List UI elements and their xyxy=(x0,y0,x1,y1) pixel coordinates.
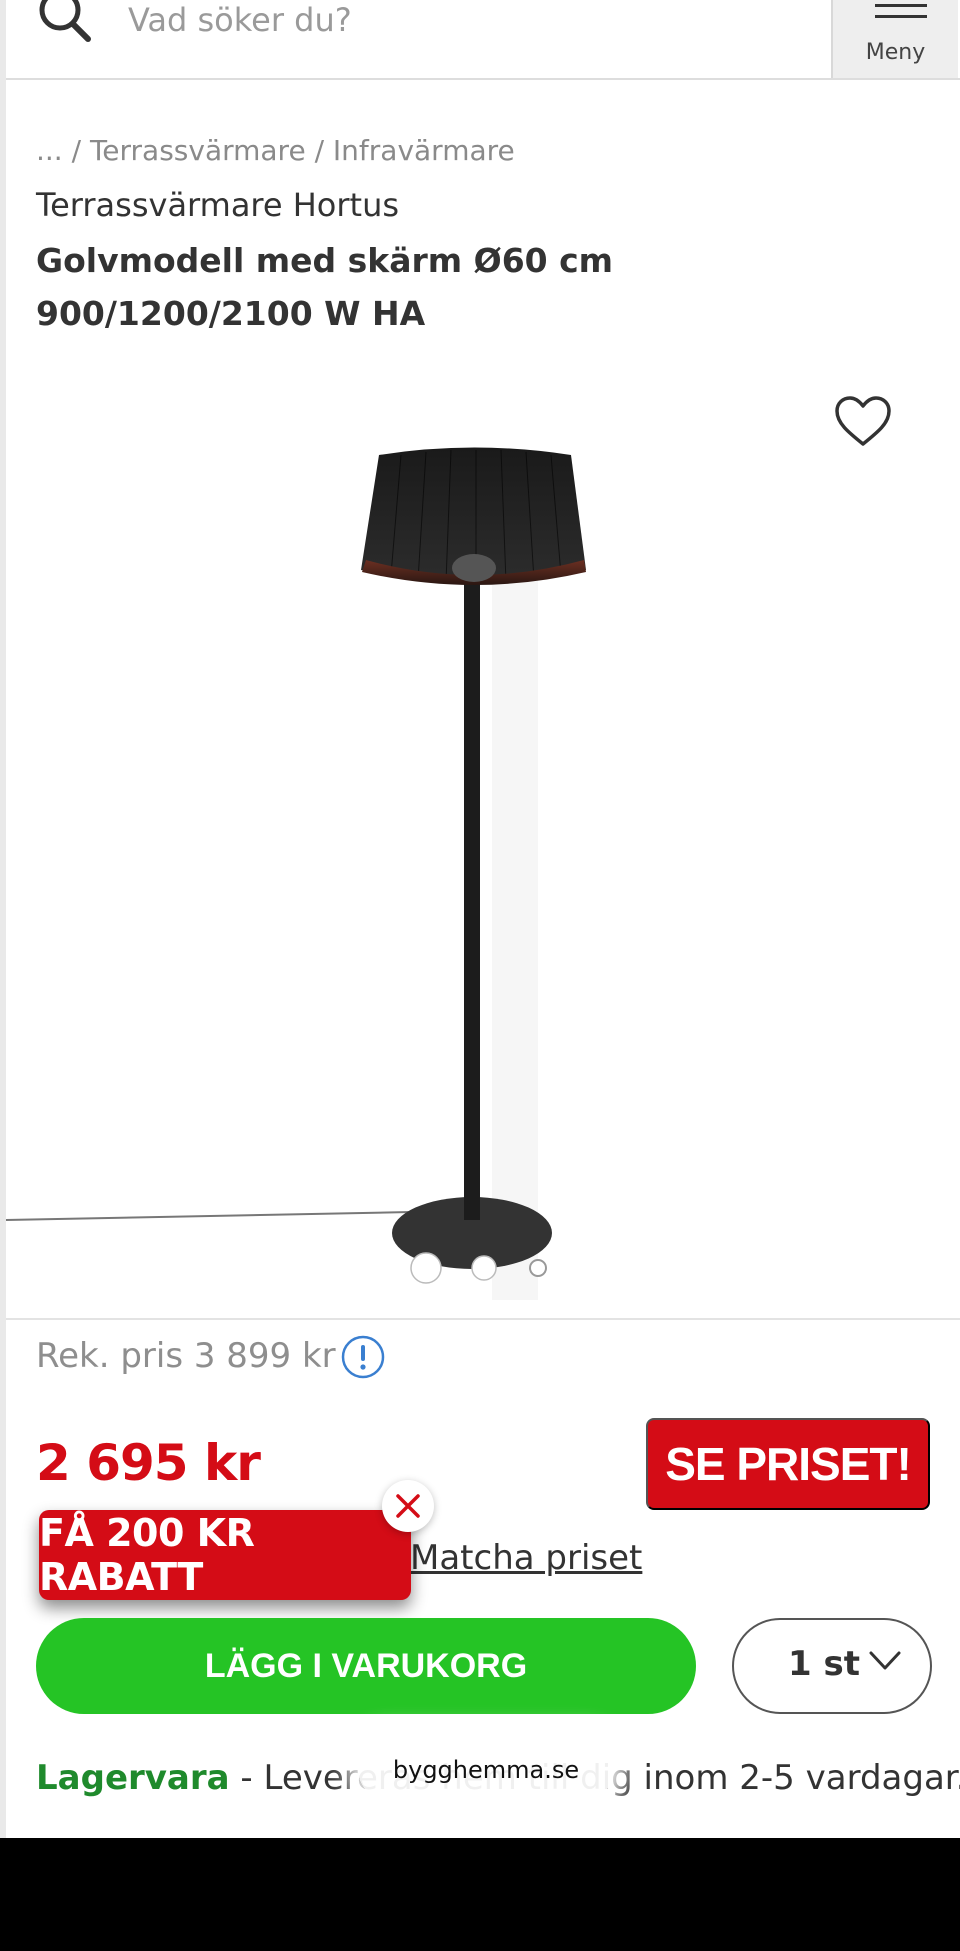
stock-label: Lagervara xyxy=(36,1758,230,1798)
header: Meny xyxy=(6,0,960,80)
menu-icon xyxy=(875,4,927,18)
price: 2 695 kr xyxy=(36,1434,261,1492)
breadcrumb-separator: / xyxy=(62,134,90,167)
se-priset-button[interactable]: SE PRISET! xyxy=(646,1418,930,1510)
recommended-price: Rek. pris 3 899 kr xyxy=(36,1336,336,1376)
info-circle-icon[interactable] xyxy=(340,1334,386,1380)
breadcrumb-item-infravarmare[interactable]: Infravärmare xyxy=(333,134,515,167)
matcha-priset-link[interactable]: Matcha priset xyxy=(410,1538,642,1578)
product-page: Meny ... / Terrassvärmare / Infravärmare… xyxy=(0,0,960,1838)
add-to-cart-button[interactable]: LÄGG I VARUKORG xyxy=(36,1618,696,1714)
close-icon xyxy=(396,1494,420,1518)
product-image[interactable] xyxy=(6,360,960,1320)
menu-button[interactable]: Meny xyxy=(831,0,958,78)
breadcrumb-ellipsis[interactable]: ... xyxy=(36,134,63,167)
rabatt-banner[interactable]: FÅ 200 KR RABATT xyxy=(39,1510,411,1600)
heart-outline-icon xyxy=(835,396,891,446)
carousel-dot-3[interactable] xyxy=(529,1259,547,1277)
carousel-dot-1[interactable] xyxy=(410,1252,442,1284)
carousel-dots xyxy=(410,1252,547,1284)
browser-address-pill[interactable]: bygghemma.se xyxy=(358,1740,614,1800)
menu-label: Meny xyxy=(865,40,926,65)
product-brand[interactable]: Terrassvärmare Hortus xyxy=(36,186,399,224)
breadcrumb-item-terrassvarmare[interactable]: Terrassvärmare xyxy=(90,134,306,167)
breadcrumb: ... / Terrassvärmare / Infravärmare xyxy=(36,134,515,167)
search-icon[interactable] xyxy=(36,0,96,46)
chevron-down-icon xyxy=(869,1651,901,1670)
product-title: Golvmodell med skärm Ø60 cm 900/1200/210… xyxy=(36,241,614,333)
favorite-button[interactable] xyxy=(834,396,892,448)
search-input[interactable] xyxy=(126,0,810,40)
divider xyxy=(6,1318,960,1320)
rabatt-close-button[interactable] xyxy=(382,1480,434,1532)
quantity-value: 1 st xyxy=(788,1644,860,1684)
carousel-dot-2[interactable] xyxy=(471,1255,497,1281)
quantity-select[interactable]: 1 st xyxy=(732,1618,932,1714)
breadcrumb-separator: / xyxy=(305,134,333,167)
